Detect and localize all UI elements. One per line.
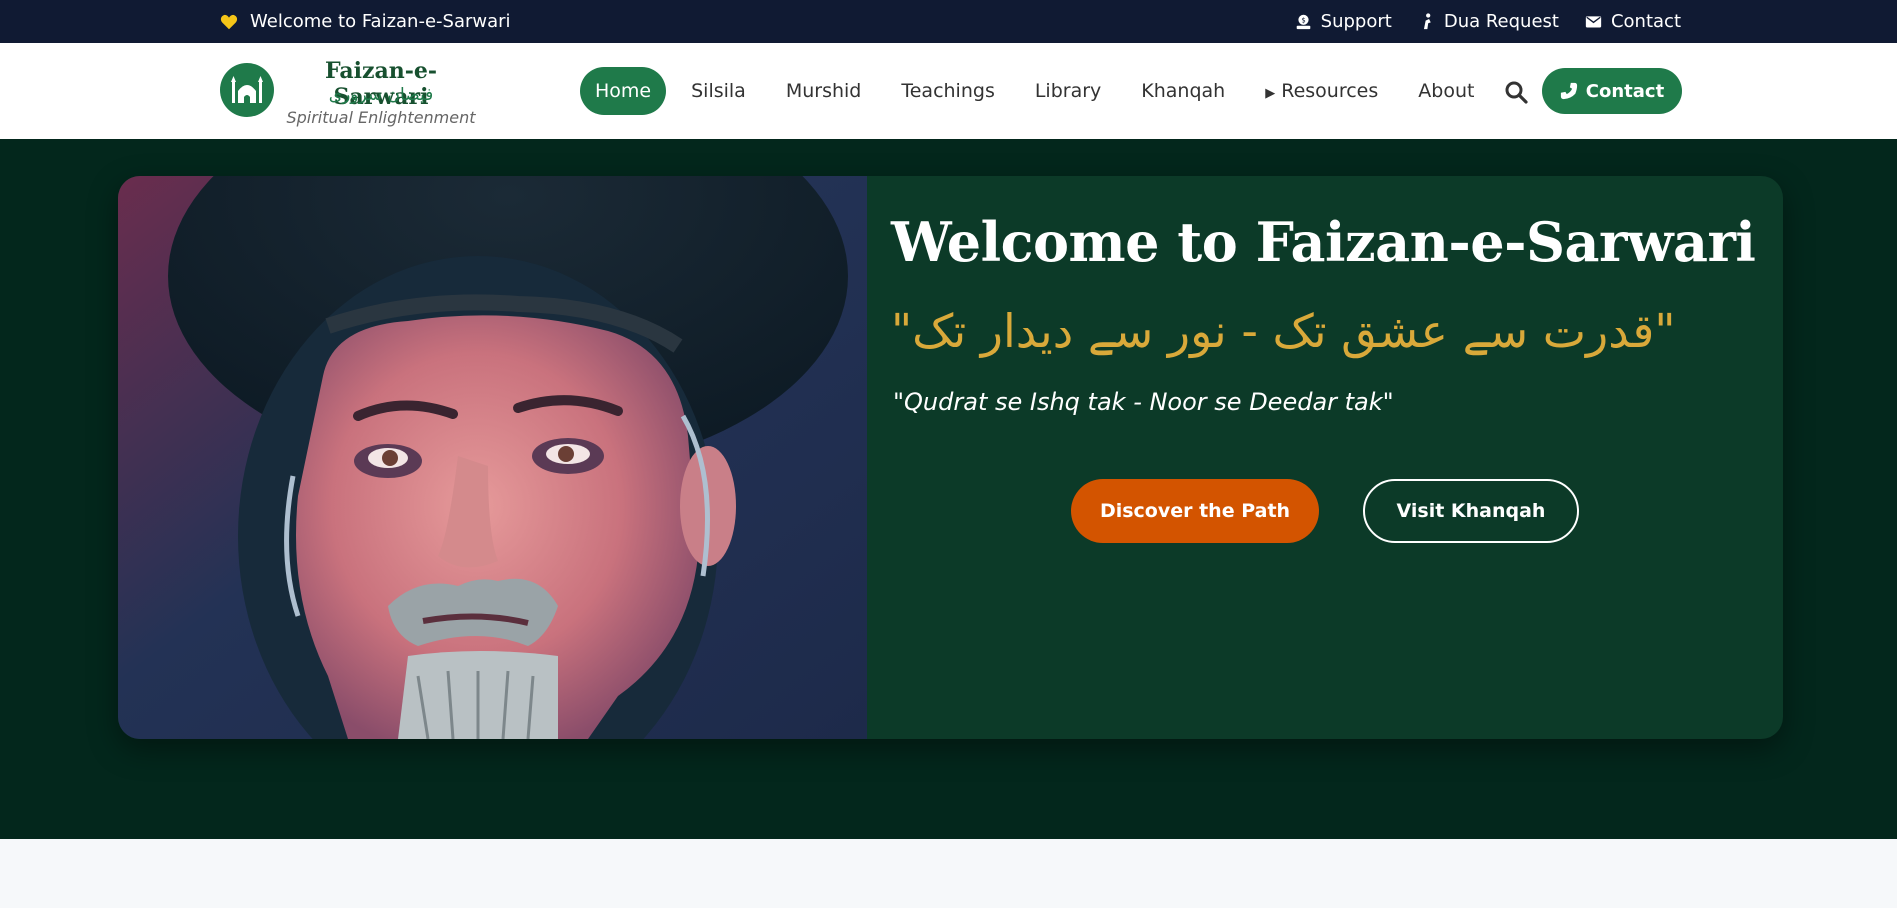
- discover-path-button[interactable]: Discover the Path: [1071, 479, 1319, 543]
- top-bar: Welcome to Faizan-e-Sarwari $ Support Du…: [0, 0, 1897, 43]
- dua-request-label: Dua Request: [1443, 11, 1559, 32]
- top-welcome-text: Welcome to Faizan-e-Sarwari: [250, 11, 511, 32]
- nav-item-khanqah[interactable]: Khanqah: [1121, 67, 1245, 115]
- nav-item-about[interactable]: About: [1398, 67, 1494, 115]
- hero-section: Welcome to Faizan-e-Sarwari "قدرت سے عشق…: [0, 139, 1897, 839]
- mosque-icon: [231, 76, 263, 103]
- hero-card: Welcome to Faizan-e-Sarwari "قدرت سے عشق…: [118, 176, 1783, 739]
- nav-menu: Home Silsila Murshid Teachings Library K…: [580, 67, 1494, 115]
- main-navbar: Faizan-e-Sarwari فیضان سروری Spiritual E…: [0, 43, 1897, 139]
- visit-khanqah-button[interactable]: Visit Khanqah: [1363, 479, 1579, 543]
- donate-icon: $: [1296, 14, 1310, 30]
- nav-item-silsila[interactable]: Silsila: [671, 67, 766, 115]
- nav-item-teachings[interactable]: Teachings: [881, 67, 1014, 115]
- hero-urdu-quote: "قدرت سے عشق تک - نور سے دیدار تک": [891, 304, 1676, 358]
- support-link[interactable]: $ Support: [1295, 11, 1392, 32]
- contact-button-label: Contact: [1585, 80, 1665, 102]
- nav-item-resources-label: Resources: [1281, 80, 1379, 102]
- nav-item-murshid[interactable]: Murshid: [766, 67, 882, 115]
- dua-request-link[interactable]: Dua Request: [1418, 11, 1559, 32]
- next-section: [0, 839, 1897, 908]
- top-links: $ Support Dua Request Contact: [1295, 11, 1681, 32]
- hero-title: Welcome to Faizan-e-Sarwari: [891, 210, 1756, 274]
- heart-icon: [220, 14, 238, 29]
- logo[interactable]: [220, 63, 274, 117]
- brand-tagline: Spiritual Enlightenment: [286, 108, 476, 127]
- top-contact-link[interactable]: Contact: [1585, 11, 1681, 32]
- murshid-portrait: [118, 176, 867, 739]
- praying-hands-icon: [1423, 13, 1431, 30]
- search-icon[interactable]: [1504, 80, 1528, 104]
- contact-button[interactable]: Contact: [1542, 68, 1682, 114]
- brand-urdu: فیضان سروری: [328, 85, 434, 105]
- top-welcome: Welcome to Faizan-e-Sarwari: [220, 11, 511, 32]
- nav-item-library[interactable]: Library: [1015, 67, 1121, 115]
- hero-quote: "Qudrat se Ishq tak - Noor se Deedar tak…: [893, 388, 1394, 416]
- svg-text:$: $: [1301, 16, 1305, 24]
- top-contact-label: Contact: [1610, 11, 1681, 32]
- support-label: Support: [1320, 11, 1392, 32]
- envelope-icon: [1585, 16, 1602, 28]
- phone-icon: [1560, 82, 1577, 100]
- nav-item-home[interactable]: Home: [580, 67, 667, 115]
- caret-right-icon: ▶: [1265, 86, 1276, 101]
- nav-item-resources[interactable]: ▶ Resources: [1245, 67, 1398, 115]
